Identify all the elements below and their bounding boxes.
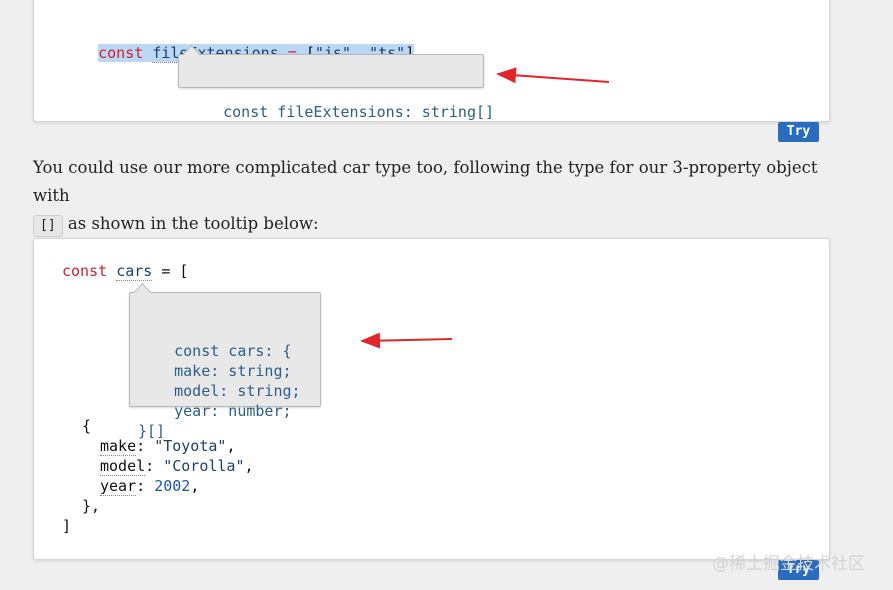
watermark: @稀土掘金技术社区 bbox=[712, 554, 865, 574]
red-arrow bbox=[360, 332, 453, 349]
annotation-arrows bbox=[360, 67, 610, 349]
red-arrow bbox=[496, 67, 610, 84]
